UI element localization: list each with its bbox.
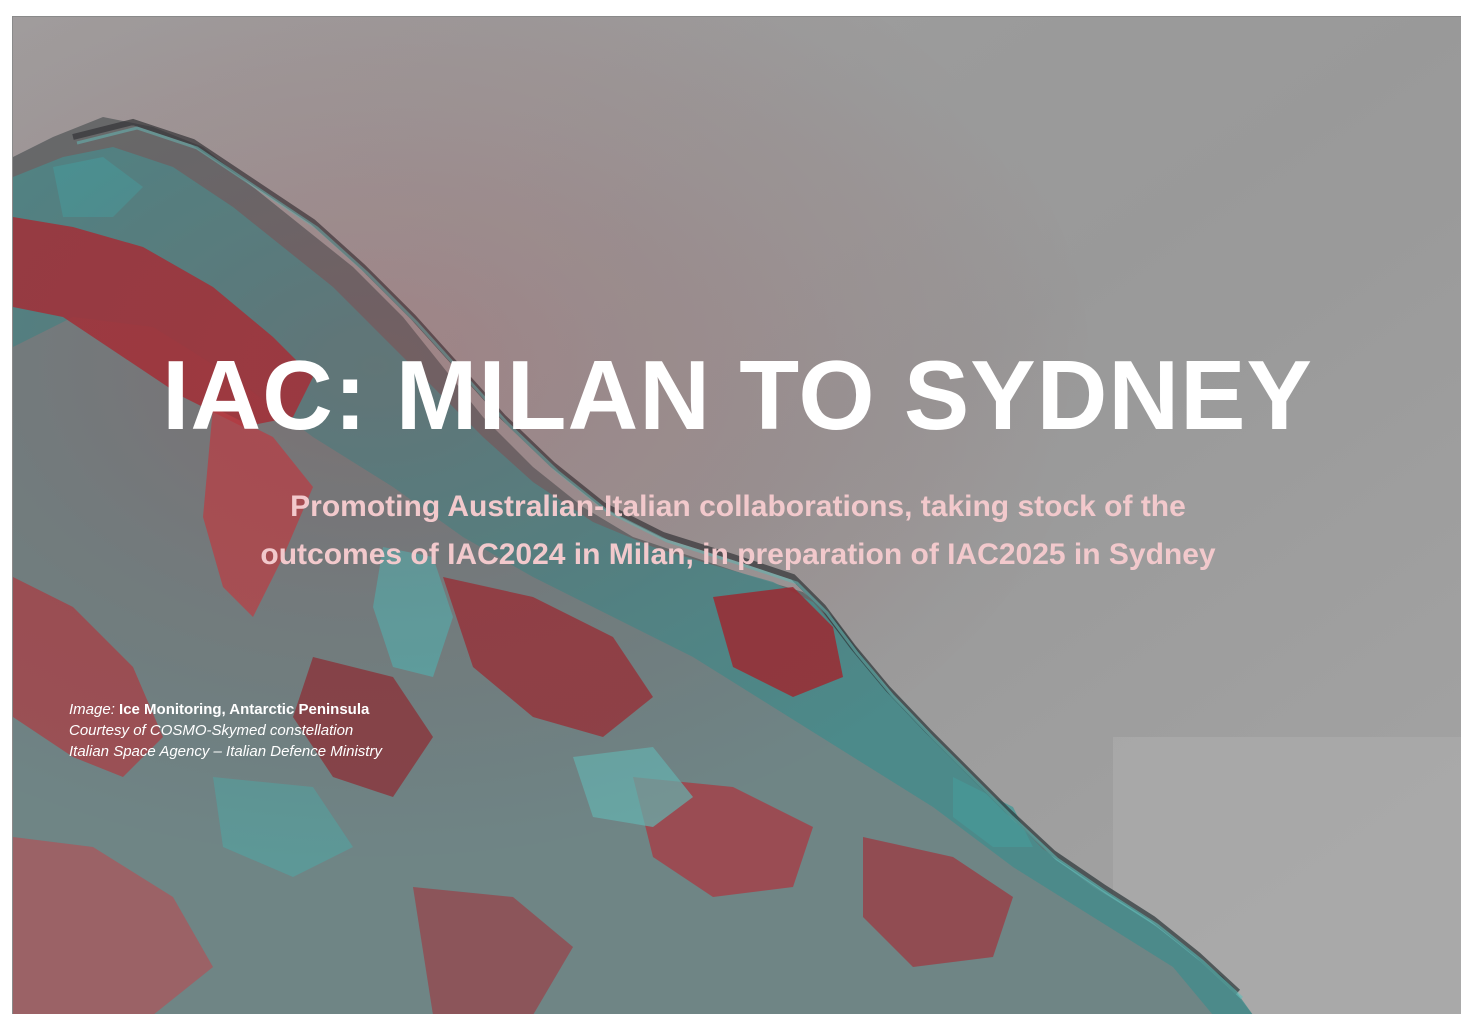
image-credit: Image: Ice Monitoring, Antarctic Peninsu… — [69, 699, 382, 762]
credit-line-2: Courtesy of COSMO-Skymed constellation — [69, 722, 354, 739]
credit-line-3: Italian Space Agency – Italian Defence M… — [69, 743, 382, 760]
slide-subtitle: Promoting Australian-Italian collaborati… — [163, 483, 1313, 579]
credit-label: Image: — [69, 701, 115, 718]
credit-subject: Ice Monitoring, Antarctic Peninsula — [119, 701, 370, 718]
slide: IAC: MILAN TO SYDNEY Promoting Australia… — [12, 16, 1461, 1014]
subtitle-line-1: Promoting Australian-Italian collaborati… — [290, 490, 1186, 523]
credit-line-1: Image: Ice Monitoring, Antarctic Peninsu… — [69, 699, 382, 720]
slide-title: IAC: MILAN TO SYDNEY — [162, 340, 1313, 450]
subtitle-line-2: outcomes of IAC2024 in Milan, in prepara… — [260, 538, 1216, 571]
page: IAC: MILAN TO SYDNEY Promoting Australia… — [0, 0, 1461, 1014]
